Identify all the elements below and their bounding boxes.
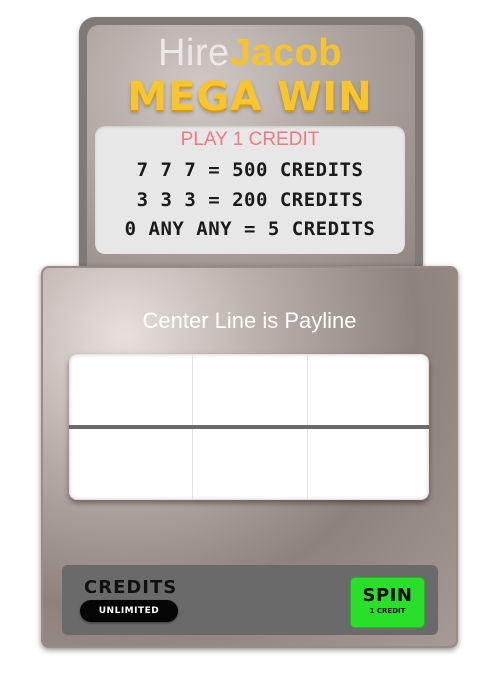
reel-window [69, 354, 429, 500]
slot-machine-cabinet: Center Line is Payline CREDITS UNLIMITED… [41, 266, 458, 648]
logo-hire: Hire [157, 32, 230, 74]
paytable: PLAY 1 CREDIT 7 7 7 = 500 CREDITS 3 3 3 … [95, 126, 405, 254]
credits-value-badge: UNLIMITED [80, 600, 178, 622]
mega-win-title: MEGA WIN [127, 74, 373, 120]
spin-cost-label: 1 CREDIT [369, 607, 406, 615]
paytable-row: 3 3 3 = 200 CREDITS [136, 189, 364, 211]
logo-jacob: Jacob [229, 32, 342, 74]
paytable-row: 0 ANY ANY = 5 CREDITS [124, 218, 376, 240]
logo: HireJacob [0, 34, 500, 72]
payline-indicator [69, 425, 429, 429]
payline-title: Center Line is Payline [142, 308, 357, 333]
spin-button-label: SPIN [362, 585, 413, 606]
play-cost-label: PLAY 1 CREDIT [180, 129, 320, 150]
spin-button[interactable]: SPIN 1 CREDIT [350, 577, 425, 628]
paytable-row: 7 7 7 = 500 CREDITS [136, 159, 364, 181]
credits-label: CREDITS [84, 577, 178, 598]
control-panel: CREDITS UNLIMITED SPIN 1 CREDIT [62, 565, 438, 635]
